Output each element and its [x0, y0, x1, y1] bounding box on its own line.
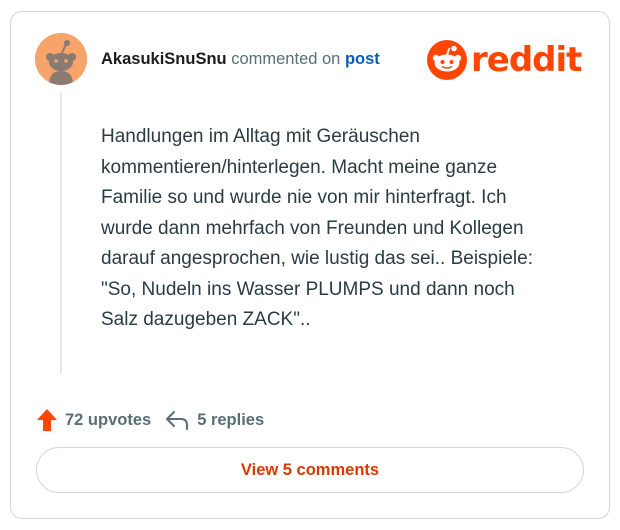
user-avatar[interactable]: [35, 33, 87, 85]
reddit-wordmark: reddit: [471, 40, 582, 80]
replies-button[interactable]: 5 replies: [165, 409, 264, 431]
thread-line: [60, 92, 62, 374]
post-link[interactable]: post: [345, 50, 380, 68]
replies-count: 5 replies: [197, 410, 265, 429]
reply-arrow-icon: [166, 411, 189, 430]
upvote-arrow-icon: [37, 409, 57, 431]
comment-header: AkasukiSnuSnu commented on post: [101, 50, 380, 69]
commented-on-text: commented on: [231, 50, 341, 68]
reddit-logo[interactable]: reddit: [427, 40, 582, 80]
view-comments-button[interactable]: View 5 comments: [36, 447, 584, 493]
reddit-snoo-icon: [427, 40, 467, 80]
snoo-avatar-icon: [35, 33, 87, 85]
upvote-button[interactable]: 72 upvotes: [36, 408, 151, 432]
username-link[interactable]: AkasukiSnuSnu: [101, 50, 227, 68]
comment-stats: 72 upvotes 5 replies: [36, 408, 264, 432]
comment-body: Handlungen im Alltag mit Geräuschen komm…: [101, 126, 533, 330]
upvote-count: 72 upvotes: [65, 410, 152, 429]
